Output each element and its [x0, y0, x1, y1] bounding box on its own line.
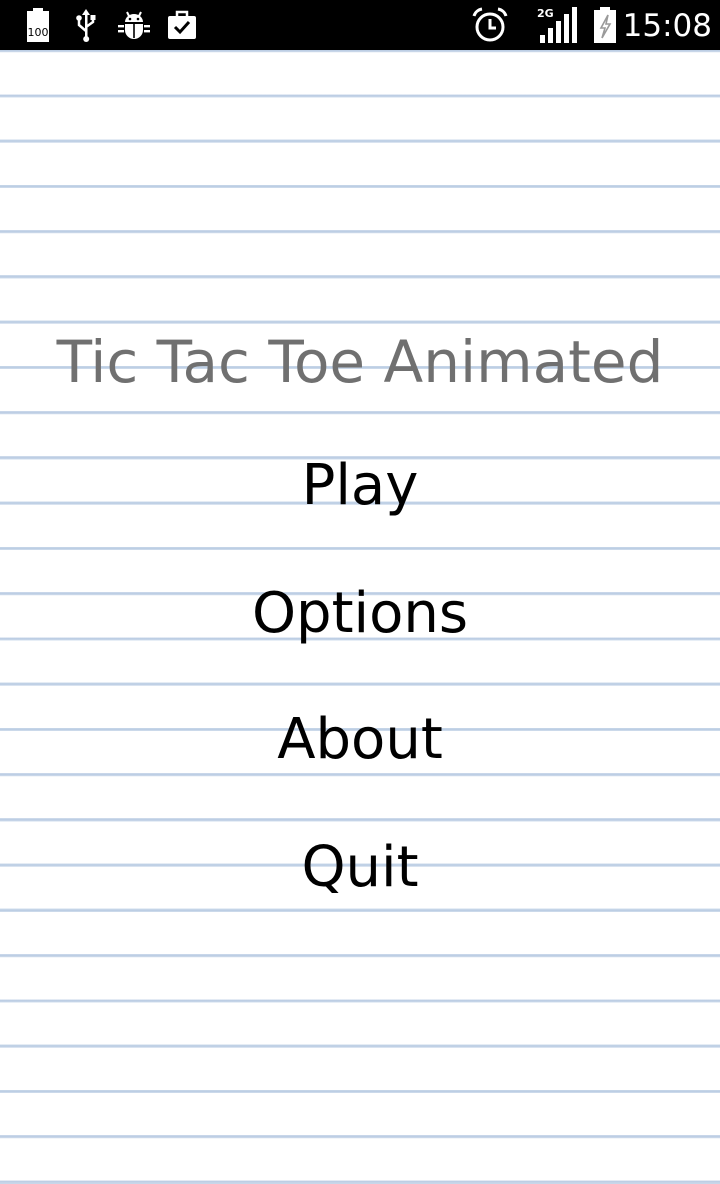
- usb-icon: [72, 7, 100, 43]
- task-check-icon: [166, 7, 198, 43]
- menu-play-label: Play: [301, 453, 419, 518]
- signal-2g-icon: 2G: [536, 7, 580, 43]
- alarm-icon: [470, 7, 510, 43]
- menu-play-button[interactable]: Play: [0, 446, 720, 526]
- battery-charging-icon: [592, 7, 618, 43]
- menu-options-label: Options: [251, 581, 469, 646]
- svg-text:2G: 2G: [537, 7, 554, 20]
- menu-quit-button[interactable]: Quit: [0, 828, 720, 908]
- app-title: Tic Tac Toe Animated: [56, 328, 664, 396]
- menu-about-label: About: [277, 707, 443, 772]
- menu-about-button[interactable]: About: [0, 700, 720, 780]
- battery-100-icon: 100: [24, 7, 52, 43]
- status-clock: 15:08: [622, 8, 712, 44]
- menu-quit-label: Quit: [301, 835, 419, 900]
- svg-text:100: 100: [28, 26, 49, 39]
- menu-options-button[interactable]: Options: [0, 574, 720, 654]
- android-debug-icon: [116, 7, 152, 43]
- status-bar: 100 2G 15:08: [0, 0, 720, 50]
